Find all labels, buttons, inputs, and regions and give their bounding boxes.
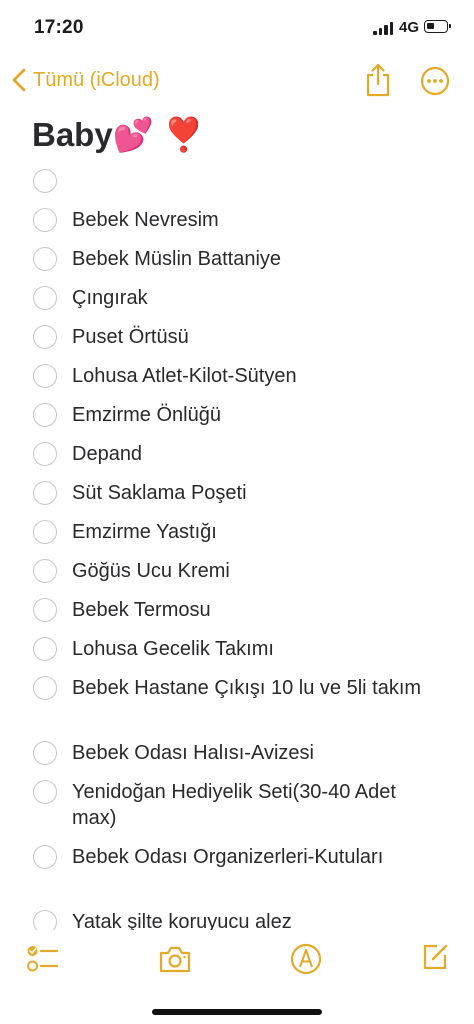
battery-icon [424,20,451,33]
checklist-item-text[interactable]: Çıngırak [72,285,444,311]
checklist-item-text[interactable]: Göğüs Ucu Kremi [72,558,444,584]
checklist-checkbox[interactable] [33,910,57,932]
checklist-item-text[interactable]: Lohusa Atlet-Kilot-Sütyen [72,363,444,389]
checklist-item-text[interactable]: Lohusa Gecelik Takımı [72,636,444,662]
more-options-button[interactable] [420,66,450,96]
checklist-checkbox[interactable] [33,637,57,661]
home-indicator [152,1009,322,1015]
checklist-item-text[interactable]: Bebek Odası Organizerleri-Kutuları [72,844,444,870]
markup-button[interactable] [289,942,323,981]
checklist-checkbox[interactable] [33,741,57,765]
checklist-checkbox[interactable] [33,559,57,583]
camera-icon [159,946,191,973]
checklist-checkbox[interactable] [33,403,57,427]
checklist-item-text[interactable]: Bebek Nevresim [72,207,444,233]
checklist-checkbox[interactable] [33,676,57,700]
back-button-label: Tümü (iCloud) [33,68,160,91]
checklist-icon [27,946,59,972]
compose-button[interactable] [420,942,450,977]
checklist-checkbox[interactable] [33,598,57,622]
checklist-checkbox[interactable] [33,442,57,466]
checklist-item-text[interactable]: Süt Saklama Poşeti [72,480,444,506]
share-icon [366,63,390,97]
status-bar: 17:20 4G [0,0,474,56]
checklist-button[interactable] [26,942,60,981]
checklist-item-text[interactable]: Yatak şilte koruyucu alez [72,909,444,932]
camera-button[interactable] [158,942,192,981]
checklist-checkbox[interactable] [33,286,57,310]
checklist-item-text[interactable]: Depand [72,441,444,467]
checklist-checkbox[interactable] [33,325,57,349]
network-type: 4G [399,19,420,36]
checklist-checkbox[interactable] [33,364,57,388]
checklist-checkbox[interactable] [33,520,57,544]
checklist-item-text[interactable]: Yenidoğan Hediyelik Seti(30-40 Adet max) [72,779,444,831]
compose-icon [423,944,448,970]
checklist-item-text[interactable]: Bebek Odası Halısı-Avizesi [72,740,444,766]
back-button[interactable]: Tümü (iCloud) [12,63,160,97]
checklist-checkbox[interactable] [33,845,57,869]
note-title[interactable]: Baby💕 ❣️ [32,116,204,155]
chevron-left-icon [12,68,26,92]
cellular-signal-icon [373,22,393,35]
status-time: 17:20 [34,17,84,38]
share-button[interactable] [364,62,392,98]
checklist-item-text[interactable]: Emzirme Yastığı [72,519,444,545]
checklist-checkbox[interactable] [33,169,57,193]
checklist-checkbox[interactable] [33,247,57,271]
checklist: Bebek Nevresim Bebek Müslin Battaniye Çıng… [0,162,474,932]
bottom-toolbar [0,930,474,990]
checklist-item-text[interactable]: Bebek Müslin Battaniye [72,246,444,272]
checklist-item-text[interactable]: Bebek Hastane Çıkışı 10 lu ve 5li takım [72,675,444,701]
checklist-checkbox[interactable] [33,208,57,232]
markup-pen-icon [290,943,322,975]
ellipsis-circle-icon [420,66,450,96]
checklist-item-text[interactable]: Bebek Termosu [72,597,444,623]
checklist-checkbox[interactable] [33,481,57,505]
checklist-checkbox[interactable] [33,780,57,804]
checklist-item-text[interactable]: Puset Örtüsü [72,324,444,350]
checklist-item-text[interactable]: Emzirme Önlüğü [72,402,444,428]
